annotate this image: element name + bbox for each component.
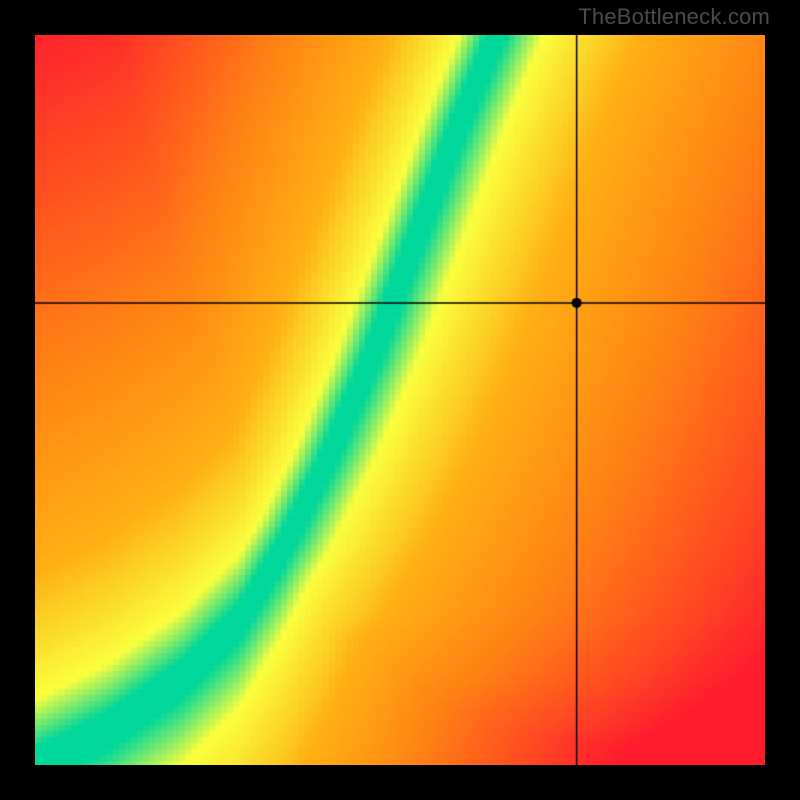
watermark: TheBottleneck.com <box>578 4 770 30</box>
chart-frame: TheBottleneck.com <box>0 0 800 800</box>
heatmap-canvas <box>35 35 765 765</box>
